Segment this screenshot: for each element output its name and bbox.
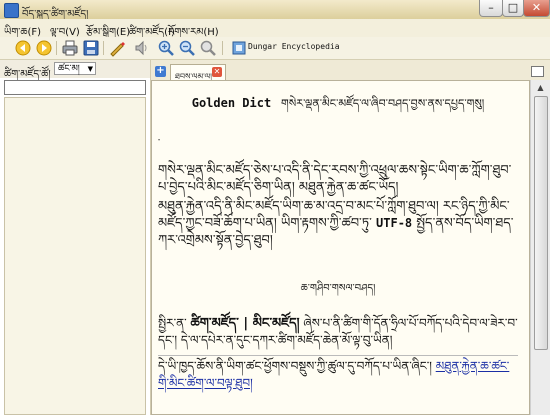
section-heading: ཆ་གཤིབ་གསལ་བཤད། — [300, 283, 376, 294]
maximize-button[interactable]: □ — [502, 0, 524, 17]
app-icon — [4, 3, 19, 18]
toolbar-separator — [103, 41, 104, 55]
scroll-thumb[interactable] — [534, 96, 548, 350]
group-select-value: ཚང་མ། — [58, 64, 80, 74]
toolbar: Dungar Encyclopedia — [0, 37, 550, 60]
print-icon[interactable] — [61, 39, 79, 57]
dictionary-icon — [230, 39, 248, 57]
back-icon[interactable] — [14, 39, 32, 57]
zoom-in-icon[interactable] — [157, 39, 175, 57]
article-content: Golden Dict གསེར་ལྡན་མིང་མཛོད་ལ་ཞིབ་བཤད་… — [158, 91, 518, 392]
word-list[interactable] — [4, 97, 146, 415]
utf-label: UTF-8 — [376, 216, 413, 230]
article-text: སྤྱིར་ན་ — [158, 316, 187, 330]
article-text: དེ་ཡི་ཁྱད་ཆོས་ནི་ཡིག་ཚང་ཕྱོགས་བསྡུས་ཀྱི་… — [158, 359, 436, 373]
add-tab-icon[interactable]: + — [155, 66, 166, 77]
title-bar: བོད་སྐད་ཚིག་མཛོད། – □ ✕ — [0, 0, 550, 20]
close-tab-icon[interactable]: ✕ — [212, 67, 222, 77]
article-view: Golden Dict གསེར་ལྡན་མིང་མཛོད་ལ་ཞིབ་བཤད་… — [151, 80, 530, 415]
article-title: Golden Dict གསེར་ལྡན་མིང་མཛོད་ལ་ཞིབ་བཤད་… — [158, 91, 518, 122]
forward-icon[interactable] — [35, 39, 53, 57]
vertical-scrollbar[interactable]: ▲ — [530, 80, 550, 415]
article-paragraph: སྤྱིར་ན་ ཚིག་མཛོད་ | མིང་མཛོད། ཞེས་པ་ནི་… — [158, 315, 518, 349]
pen-icon[interactable] — [108, 39, 126, 57]
chevron-down-icon: ▼ — [87, 65, 93, 73]
group-header: ཚིག་མཛོད་ཚོ། ཚང་མ། ▼ — [0, 60, 150, 80]
search-input[interactable] — [4, 80, 146, 95]
article-paragraph: མཐུན་རྐྱེན་འདི་ནི་མིང་མཛོད་ཡིག་ཆ་མ་འདྲ་བ… — [158, 198, 518, 249]
dictionary-label: Dungar Encyclopedia — [248, 42, 340, 51]
tab-menu-icon[interactable] — [531, 66, 544, 77]
group-select[interactable]: ཚང་མ། ▼ — [54, 62, 96, 75]
toolbar-separator — [222, 41, 223, 55]
article-title-tibetan: གསེར་ལྡན་མིང་མཛོད་ལ་ཞིབ་བཤད་བྱས་ནས་དཔྱད་… — [281, 97, 485, 110]
zoom-out-icon[interactable] — [178, 39, 196, 57]
save-icon[interactable] — [82, 39, 100, 57]
menu-bar: ཡིག་ཆ(F) ལྟ་བ(V) རྩོམ་སྒྲིག(E) ཚིག་མཛོད(… — [0, 19, 550, 38]
speaker-icon[interactable] — [133, 39, 151, 57]
tab-article[interactable]: ཐབས་ལམ་ལ། ✕ — [170, 64, 226, 81]
minimize-button[interactable]: – — [479, 0, 503, 17]
article-mark: ་ — [158, 138, 161, 149]
toolbar-separator — [56, 41, 57, 55]
scroll-up-icon[interactable]: ▲ — [531, 80, 550, 96]
close-button[interactable]: ✕ — [523, 0, 550, 17]
zoom-reset-icon[interactable] — [199, 39, 217, 57]
tab-bar: + ཐབས་ལམ་ལ། ✕ — [151, 60, 550, 81]
article-title-latin: Golden Dict — [191, 96, 272, 110]
headword: ཚིག་མཛོད་ | མིང་མཛོད། — [190, 316, 300, 331]
article-paragraph: གསེར་ལྡན་མིང་མཛོད་ཅེས་པ་འདི་ནི་དེང་རབས་ཀ… — [158, 163, 512, 195]
article-paragraph: དེ་ཡི་ཁྱད་ཆོས་ནི་ཡིག་ཚང་ཕྱོགས་བསྡུས་ཀྱི་… — [158, 355, 518, 392]
